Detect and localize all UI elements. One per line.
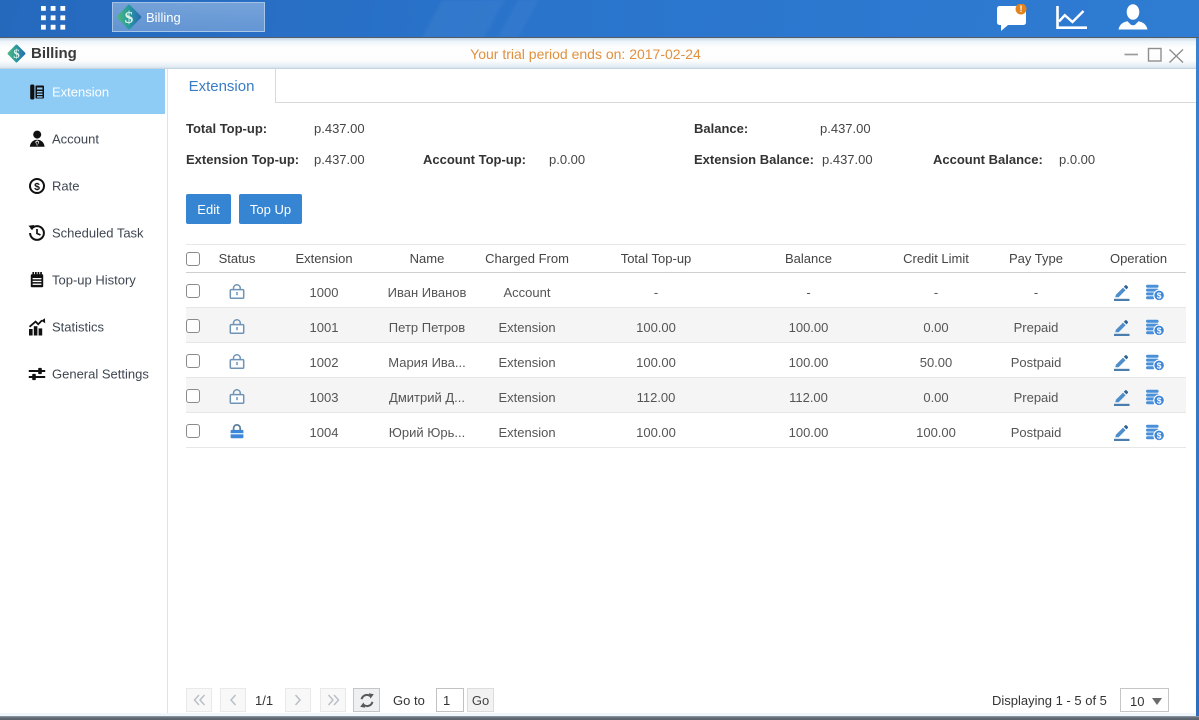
svg-text:$: $ (125, 8, 134, 27)
svg-text:$: $ (1157, 395, 1162, 405)
svg-text:!: ! (1020, 4, 1023, 14)
svg-text:$: $ (1157, 290, 1162, 300)
svg-text:$: $ (1157, 360, 1162, 370)
svg-text:$: $ (34, 180, 40, 192)
svg-text:$: $ (1157, 430, 1162, 440)
svg-text:$: $ (1157, 325, 1162, 335)
